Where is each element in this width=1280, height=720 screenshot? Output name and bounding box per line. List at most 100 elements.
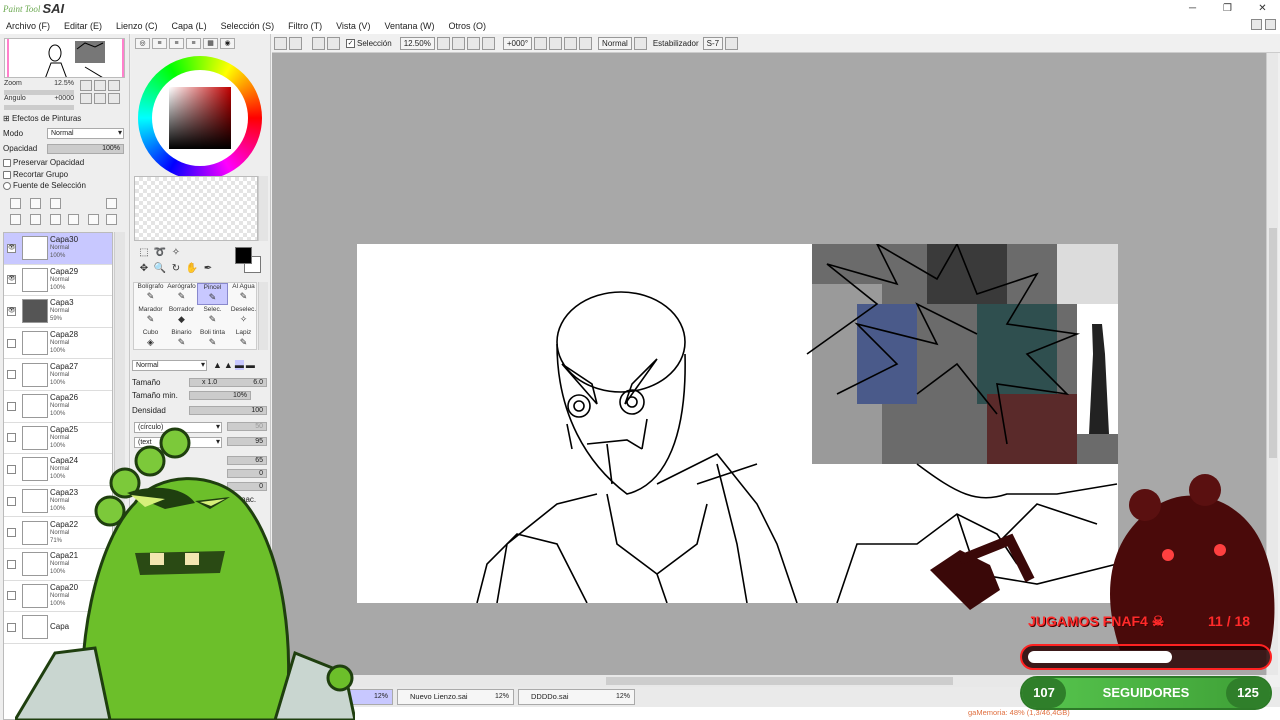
scroll-thumb[interactable]: [1269, 228, 1277, 458]
rotate-right-button[interactable]: [94, 93, 107, 104]
min-size-slider[interactable]: 10%: [189, 391, 251, 400]
menu-archivo[interactable]: Archivo (F): [6, 21, 50, 31]
copy-layer-icon[interactable]: [30, 214, 41, 225]
menu-vista[interactable]: Vista (V): [336, 21, 370, 31]
rgb-slider-tab[interactable]: ≡: [152, 38, 167, 49]
palette-tab[interactable]: ▦: [203, 38, 218, 49]
document-tab[interactable]: DDDDo.sai 12%: [518, 689, 635, 705]
merge-down-icon[interactable]: [10, 214, 21, 225]
brush-blend-mode-select[interactable]: Normal: [132, 360, 207, 371]
rotate-reset-button[interactable]: [108, 93, 121, 104]
move-icon[interactable]: ✥: [137, 263, 151, 276]
deselect-icon[interactable]: [312, 36, 325, 50]
rotate-left-button[interactable]: [80, 93, 92, 104]
layer-mode-select[interactable]: Normal: [47, 128, 124, 139]
swatch-scrollbar[interactable]: [258, 176, 268, 241]
hard-edge-icon[interactable]: ▬: [234, 360, 244, 370]
brush-marador[interactable]: Marador ✎: [135, 306, 166, 328]
view-mode-dropdown-icon[interactable]: [633, 36, 647, 50]
visibility-toggle[interactable]: [7, 401, 16, 411]
flat-edge-icon[interactable]: ▬: [246, 360, 255, 370]
rotate-cw-icon[interactable]: [549, 36, 563, 50]
scroll-thumb[interactable]: [606, 677, 953, 685]
rotate-icon[interactable]: ↻: [169, 263, 183, 276]
document-tab[interactable]: Nuevo Lienzo.sai 12%: [397, 689, 514, 705]
mdi-restore-button[interactable]: [1251, 19, 1262, 30]
stabilizer-select[interactable]: S-7: [702, 36, 724, 50]
angle-slider[interactable]: [4, 105, 74, 110]
layer-row[interactable]: Capa27 Normal 100%: [4, 359, 112, 391]
menu-capa[interactable]: Capa (L): [172, 21, 207, 31]
brush-deselec[interactable]: Deselec. ✧: [228, 306, 259, 328]
new-layer-icon[interactable]: [10, 198, 21, 209]
layer-row[interactable]: 👁 Capa30 Normal 100%: [4, 233, 112, 265]
visibility-toggle[interactable]: [7, 370, 16, 380]
restore-button[interactable]: ❐: [1210, 0, 1245, 17]
brush-pincel[interactable]: Pincel ✎: [197, 283, 228, 305]
medium-edge-icon[interactable]: ▲: [224, 360, 233, 370]
scratchpad-tab[interactable]: ◉: [220, 38, 235, 49]
visibility-eye-icon[interactable]: 👁: [7, 306, 16, 316]
hand-icon[interactable]: ✋: [185, 263, 199, 276]
clear-layer-icon[interactable]: [88, 214, 99, 225]
menu-otros[interactable]: Otros (O): [448, 21, 486, 31]
undo-icon[interactable]: [274, 36, 287, 50]
zoom-out-button[interactable]: [80, 80, 92, 91]
brush-cubo[interactable]: Cubo ◈: [135, 329, 166, 351]
zoom-actual-icon[interactable]: [481, 36, 495, 50]
zoom-in-button[interactable]: [94, 80, 107, 91]
visibility-eye-icon[interactable]: 👁: [7, 243, 16, 253]
layer-opacity-slider[interactable]: 100%: [47, 144, 124, 154]
flip-icon[interactable]: [579, 36, 593, 50]
foreground-color-swatch[interactable]: [235, 247, 252, 264]
clip-group-checkbox[interactable]: Recortar Grupo: [3, 170, 68, 179]
brush-size-slider[interactable]: x 1.0 6.0: [189, 378, 267, 387]
zoom-field[interactable]: 12.50%: [399, 36, 435, 50]
saturation-value-picker[interactable]: [169, 87, 231, 149]
merge-visible-icon[interactable]: [50, 214, 61, 225]
zoom-minus-icon[interactable]: [436, 36, 450, 50]
selection-source-radio[interactable]: Fuente de Selección: [3, 181, 86, 190]
brush-boligrafo[interactable]: Bolígrafo ✎: [135, 283, 166, 305]
rotate-reset-icon[interactable]: [564, 36, 578, 50]
menu-seleccion[interactable]: Selección (S): [221, 21, 275, 31]
menu-filtro[interactable]: Filtro (T): [288, 21, 322, 31]
mdi-close-button[interactable]: [1265, 19, 1276, 30]
soft-edge-icon[interactable]: ▲: [213, 360, 222, 370]
paint-effects-header[interactable]: ⊞ Efectos de Pinturas: [3, 114, 81, 123]
delete-layer-icon[interactable]: [68, 214, 79, 225]
navigator-preview[interactable]: [4, 38, 125, 78]
layer-row[interactable]: 👁 Capa3 Normal 59%: [4, 296, 112, 328]
brush-selec[interactable]: Selec. ✎: [197, 306, 228, 328]
brush-borrador[interactable]: Borrador ◆: [166, 306, 197, 328]
zoom-reset-button[interactable]: [108, 80, 121, 91]
menu-lienzo[interactable]: Lienzo (C): [116, 21, 158, 31]
hsv-slider-tab[interactable]: ≡: [169, 38, 184, 49]
brush-lapiz[interactable]: Lapiz ✎: [228, 329, 259, 351]
angle-field[interactable]: +000°: [502, 36, 533, 50]
new-linework-layer-icon[interactable]: [30, 198, 41, 209]
rotate-ccw-icon[interactable]: [534, 36, 548, 50]
menu-editar[interactable]: Editar (E): [64, 21, 102, 31]
new-folder-icon[interactable]: [50, 198, 61, 209]
layer-row[interactable]: Capa26 Normal 100%: [4, 391, 112, 423]
layer-mask-icon[interactable]: [106, 198, 117, 209]
brush-binario[interactable]: Binario ✎: [166, 329, 197, 351]
brush-scrollbar[interactable]: [258, 282, 268, 350]
redo-icon[interactable]: [289, 36, 302, 50]
zoom-icon[interactable]: 🔍: [153, 263, 167, 276]
color-wheel-tab[interactable]: ◎: [135, 38, 150, 49]
eyedropper-icon[interactable]: ✒: [201, 263, 215, 276]
swatch-tab[interactable]: ≡: [186, 38, 201, 49]
brush-boli-tinta[interactable]: Boli tinta ✎: [197, 329, 228, 351]
layer-row[interactable]: Capa28 Normal 100%: [4, 328, 112, 360]
color-swatch-grid[interactable]: [134, 176, 258, 241]
brush-al-agua[interactable]: Al Agua ✎: [228, 283, 259, 305]
minimize-button[interactable]: ─: [1175, 0, 1210, 17]
menu-ventana[interactable]: Ventana (W): [384, 21, 434, 31]
brush-aerografo[interactable]: Aerógrafo ✎: [166, 283, 197, 305]
lasso-icon[interactable]: ➰: [153, 247, 167, 260]
selection-checkbox[interactable]: ✓ Selección: [346, 38, 392, 48]
zoom-plus-icon[interactable]: [451, 36, 465, 50]
magic-wand-icon[interactable]: ✧: [169, 247, 183, 260]
